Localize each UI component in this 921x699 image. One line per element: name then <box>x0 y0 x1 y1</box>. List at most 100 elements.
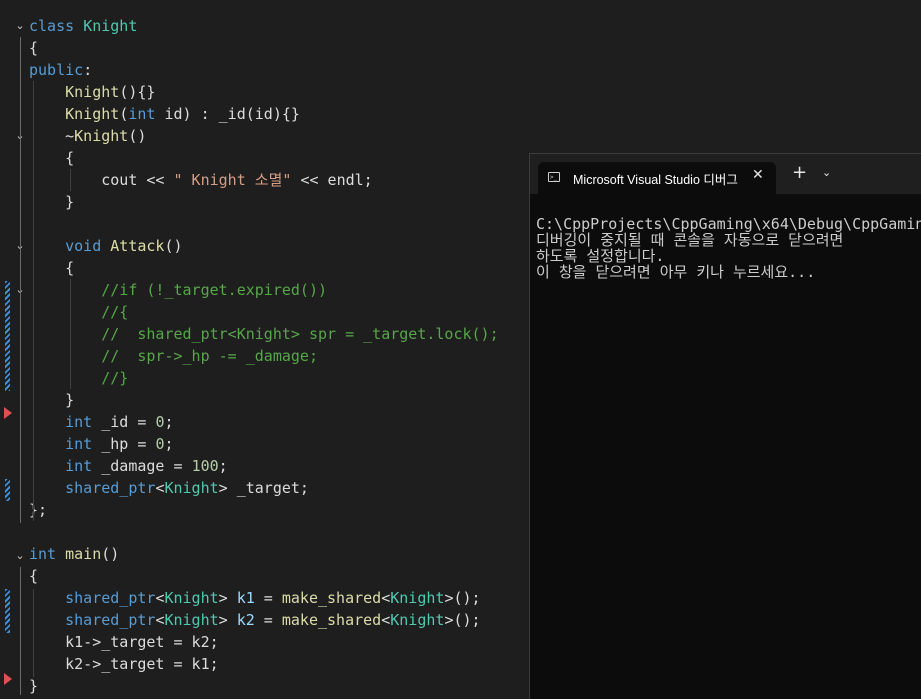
debug-console-window[interactable]: >_ Microsoft Visual Studio 디버그 ✕ + ⌄ C:\… <box>529 153 921 699</box>
code-line[interactable]: Knight(){} <box>0 81 921 103</box>
code-token: shared_ptr <box>65 479 156 497</box>
code-text: } <box>29 675 38 697</box>
code-line[interactable]: Knight(int id) : _id(id){} <box>0 103 921 125</box>
code-token: { <box>29 149 75 167</box>
code-token: Knight <box>65 83 120 101</box>
code-text: shared_ptr<Knight> k2 = make_shared<Knig… <box>29 609 480 631</box>
code-token: >(); <box>444 589 481 607</box>
code-token: Knight <box>74 127 129 145</box>
code-token: ; <box>218 457 228 475</box>
code-text: { <box>29 565 38 587</box>
code-line[interactable]: { <box>0 37 921 59</box>
code-token: ; <box>164 435 174 453</box>
indent-guide <box>33 81 34 521</box>
code-token: > <box>218 589 237 607</box>
code-token: int <box>29 545 57 563</box>
code-token: //} <box>29 369 129 387</box>
code-token: class <box>29 17 84 35</box>
code-line[interactable]: public: <box>0 59 921 81</box>
code-text: // shared_ptr<Knight> spr = _target.lock… <box>29 323 498 345</box>
code-token: ~ <box>29 127 75 145</box>
code-token: (){} <box>119 83 156 101</box>
code-text: ~Knight() <box>29 125 146 147</box>
breakpoint-arrow-icon[interactable] <box>4 407 12 419</box>
console-tab-title: Microsoft Visual Studio 디버그 <box>573 173 738 187</box>
code-text: k2->_target = k1; <box>29 653 219 675</box>
code-token: ( <box>119 105 129 123</box>
new-tab-button[interactable]: + <box>792 164 807 182</box>
console-output[interactable]: C:\CppProjects\CppGaming\x64\Debug\CppGa… <box>536 216 921 696</box>
change-marker <box>5 479 10 501</box>
code-text: { <box>29 37 38 59</box>
code-token: public <box>29 61 84 79</box>
code-token: id) : _id(id){} <box>155 105 300 123</box>
code-token: } <box>29 193 75 211</box>
code-token: shared_ptr <box>65 611 156 629</box>
code-text: int _hp = 0; <box>29 433 174 455</box>
code-token: : <box>83 61 93 79</box>
fold-toggle-main[interactable]: ⌄ <box>13 545 27 567</box>
code-text: // spr->_hp -= _damage; <box>29 345 318 367</box>
code-token: }; <box>29 501 48 519</box>
code-token: int <box>128 105 156 123</box>
code-token: k1->_target = k2; <box>29 633 219 651</box>
code-token: Knight <box>164 479 219 497</box>
code-token: main <box>65 545 102 563</box>
code-token: k2->_target = k1; <box>29 655 219 673</box>
outline-main <box>20 567 21 695</box>
console-output-line: 이 창을 닫으려면 아무 키나 누르세요... <box>536 263 816 281</box>
code-token: < <box>381 589 391 607</box>
code-token: Knight <box>164 589 219 607</box>
console-output-line: 디버깅이 중지될 때 콘솔을 자동으로 닫으려면 <box>536 231 844 249</box>
code-text: class Knight <box>29 15 137 37</box>
code-text: } <box>29 389 74 411</box>
code-token: } <box>29 677 39 695</box>
indent-guide <box>33 589 34 677</box>
code-text: k1->_target = k2; <box>29 631 219 653</box>
code-text: cout << " Knight 소멸" << endl; <box>29 169 373 191</box>
code-token: _hp = <box>92 435 156 453</box>
code-line[interactable]: class Knight <box>0 15 921 37</box>
code-token: Knight <box>83 17 138 35</box>
code-token: //if (!_target.expired()) <box>29 281 328 299</box>
chevron-down-icon[interactable]: ⌄ <box>822 166 831 179</box>
code-token: Knight <box>390 589 445 607</box>
code-token: cout << <box>29 171 174 189</box>
code-text: int _id = 0; <box>29 411 173 433</box>
code-token: //{ <box>29 303 129 321</box>
code-token: int <box>65 457 93 475</box>
code-text: shared_ptr<Knight> _target; <box>29 477 309 499</box>
code-text: int main() <box>29 543 119 565</box>
code-token: // spr->_hp -= _damage; <box>29 347 318 365</box>
code-token: () <box>128 127 147 145</box>
code-token: make_shared <box>281 611 382 629</box>
close-icon[interactable]: ✕ <box>752 167 764 183</box>
code-text: { <box>29 147 74 169</box>
code-token: () <box>101 545 120 563</box>
console-output-line: 하도록 설정합니다. <box>536 247 665 265</box>
code-token: > <box>218 611 237 629</box>
indent-guide <box>70 169 71 191</box>
code-token: > _target; <box>218 479 309 497</box>
code-text: void Attack() <box>29 235 183 257</box>
code-token: << endl; <box>291 171 373 189</box>
code-text: //} <box>29 367 128 389</box>
code-token: int <box>65 435 93 453</box>
code-line[interactable]: ~Knight() <box>0 125 921 147</box>
breakpoint-arrow-icon[interactable] <box>4 673 12 685</box>
terminal-icon: >_ <box>548 172 560 182</box>
code-token: int <box>65 413 93 431</box>
console-tab[interactable]: >_ Microsoft Visual Studio 디버그 ✕ <box>538 162 776 194</box>
code-token: { <box>29 567 39 585</box>
fold-toggle-class-knight[interactable]: ⌄ <box>13 15 27 37</box>
change-marker <box>5 281 10 391</box>
code-token: { <box>29 39 39 57</box>
code-text: shared_ptr<Knight> k1 = make_shared<Knig… <box>29 587 481 609</box>
code-token: shared_ptr <box>65 589 156 607</box>
code-token: () <box>164 237 183 255</box>
